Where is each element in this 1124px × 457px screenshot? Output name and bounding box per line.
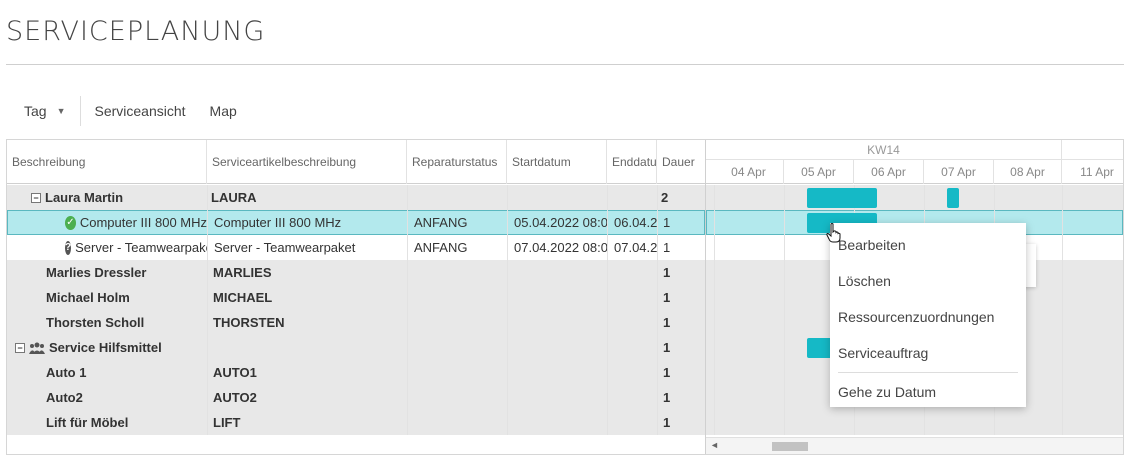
- row-description: Auto 1: [46, 365, 87, 380]
- context-menu-service-order[interactable]: Serviceauftrag: [830, 335, 1026, 371]
- users-icon: [29, 342, 45, 354]
- row-description: Michael Holm: [46, 290, 130, 305]
- row-duration: 1: [663, 340, 671, 355]
- row-description: Auto2: [46, 390, 83, 405]
- row-start: 07.04.2022 08:00: [514, 240, 607, 255]
- question-circle-icon: ?: [65, 240, 72, 255]
- week-label: KW14: [706, 140, 1062, 160]
- toolbar-separator: [79, 96, 81, 126]
- row-description: Service Hilfsmittel: [49, 340, 162, 355]
- day-gridline: [714, 185, 715, 435]
- row-duration: 1: [663, 365, 671, 380]
- row-duration: 1: [663, 240, 671, 255]
- column-header-beschreibung[interactable]: Beschreibung: [7, 140, 207, 184]
- row-article: LAURA: [211, 190, 257, 205]
- day-gridline: [784, 185, 785, 435]
- column-divider: [507, 185, 508, 435]
- table-row[interactable]: Auto 1 AUTO1 1: [7, 360, 705, 385]
- row-article: Server - Teamwearpaket: [214, 240, 356, 255]
- context-menu-goto-date[interactable]: Gehe zu Datum: [830, 373, 1026, 410]
- day-label: 08 Apr: [994, 160, 1062, 184]
- column-divider: [407, 185, 408, 435]
- row-duration: 1: [663, 415, 671, 430]
- row-article: LIFT: [213, 415, 241, 430]
- context-menu-resource-assignments[interactable]: Ressourcenzuordnungen: [830, 299, 1026, 335]
- row-article: MARLIES: [213, 265, 272, 280]
- row-article: AUTO1: [213, 365, 257, 380]
- row-description: Marlies Dressler: [46, 265, 147, 280]
- row-description: Server - Teamwearpaket: [75, 240, 207, 255]
- row-article: Computer III 800 MHz: [214, 215, 342, 230]
- row-start: 05.04.2022 08:00: [514, 215, 607, 230]
- column-divider: [607, 185, 608, 435]
- column-header-reparaturstatus[interactable]: Reparaturstatus: [407, 140, 507, 184]
- column-divider: [657, 185, 658, 435]
- view-dropdown-label: Tag: [24, 103, 47, 119]
- table-row[interactable]: Auto2 AUTO2 1: [7, 385, 705, 410]
- row-description: Computer III 800 MHz: [79, 215, 207, 230]
- table-row[interactable]: − Service Hilfsmittel 1: [7, 335, 705, 360]
- row-duration: 1: [663, 265, 671, 280]
- table-row[interactable]: Marlies Dressler MARLIES 1: [7, 260, 705, 285]
- table-row[interactable]: Thorsten Scholl THORSTEN 1: [7, 310, 705, 335]
- day-label: 11 Apr: [1080, 165, 1114, 179]
- table-header: Beschreibung Serviceartikelbeschreibung …: [7, 140, 705, 184]
- row-description: Laura Martin: [45, 190, 124, 205]
- day-label: 07 Apr: [924, 160, 994, 184]
- column-divider: [207, 185, 208, 435]
- caret-down-icon: ▼: [56, 106, 66, 116]
- hand-cursor-icon: [826, 223, 842, 248]
- collapse-minus-icon[interactable]: −: [15, 342, 25, 353]
- column-header-serviceartikel[interactable]: Serviceartikelbeschreibung: [207, 140, 407, 184]
- table-row[interactable]: Michael Holm MICHAEL 1: [7, 285, 705, 310]
- day-label: 04 Apr: [714, 160, 784, 184]
- column-header-dauer[interactable]: Dauer: [657, 140, 705, 184]
- row-article: MICHAEL: [213, 290, 273, 305]
- day-label: 06 Apr: [854, 160, 924, 184]
- row-duration: 1: [663, 290, 671, 305]
- timeline-header: KW14 04 Apr 05 Apr 06 Apr 07 Apr 08 Apr …: [706, 140, 1123, 184]
- title-divider: [6, 64, 1124, 65]
- timeline-row: [706, 185, 1123, 210]
- row-status: ANFANG: [414, 240, 468, 255]
- timeline-row: [706, 410, 1123, 435]
- row-article: THORSTEN: [213, 315, 285, 330]
- row-article: AUTO2: [213, 390, 257, 405]
- check-circle-icon: ✓: [65, 215, 76, 230]
- table-row[interactable]: Lift für Möbel LIFT 1: [7, 410, 705, 435]
- map-button[interactable]: Map: [198, 94, 249, 128]
- row-end: 06.04.2022: [614, 215, 657, 230]
- day-gridline: [1062, 185, 1063, 435]
- row-description: Lift für Möbel: [46, 415, 129, 430]
- gantt-table: Beschreibung Serviceartikelbeschreibung …: [7, 140, 705, 454]
- table-row[interactable]: ? Server - Teamwearpaket Server - Teamwe…: [7, 235, 705, 260]
- service-view-button[interactable]: Serviceansicht: [83, 94, 198, 128]
- table-row-selected[interactable]: ✓ Computer III 800 MHz Computer III 800 …: [7, 210, 705, 235]
- row-duration: 1: [663, 215, 671, 230]
- page-title: SERVICEPLANUNG: [6, 16, 266, 47]
- context-menu: Bearbeiten Löschen Ressourcenzuordnungen…: [830, 223, 1026, 407]
- toolbar: Tag ▼ Serviceansicht Map: [6, 94, 249, 128]
- collapse-minus-icon[interactable]: −: [31, 192, 41, 203]
- day-label: 05 Apr: [784, 160, 854, 184]
- column-header-startdatum[interactable]: Startdatum: [507, 140, 607, 184]
- gantt-bar-summary[interactable]: [947, 188, 959, 208]
- row-end: 07.04.2022: [614, 240, 657, 255]
- week-label-next: [1062, 140, 1123, 160]
- row-description: Thorsten Scholl: [46, 315, 145, 330]
- row-duration: 2: [661, 190, 669, 205]
- context-menu-delete[interactable]: Löschen: [830, 263, 1026, 299]
- gantt-bar-summary[interactable]: [807, 188, 877, 208]
- row-duration: 1: [663, 315, 671, 330]
- row-status: ANFANG: [414, 215, 468, 230]
- horizontal-scrollbar[interactable]: ◄: [706, 437, 1123, 454]
- view-dropdown[interactable]: Tag ▼: [6, 94, 78, 128]
- scroll-left-icon[interactable]: ◄: [710, 440, 719, 450]
- context-menu-edit[interactable]: Bearbeiten: [830, 227, 1026, 263]
- scrollbar-thumb[interactable]: [772, 442, 808, 451]
- table-row[interactable]: − Laura Martin LAURA 2: [7, 185, 705, 210]
- column-header-enddatum[interactable]: Enddatum: [607, 140, 657, 184]
- row-duration: 1: [663, 390, 671, 405]
